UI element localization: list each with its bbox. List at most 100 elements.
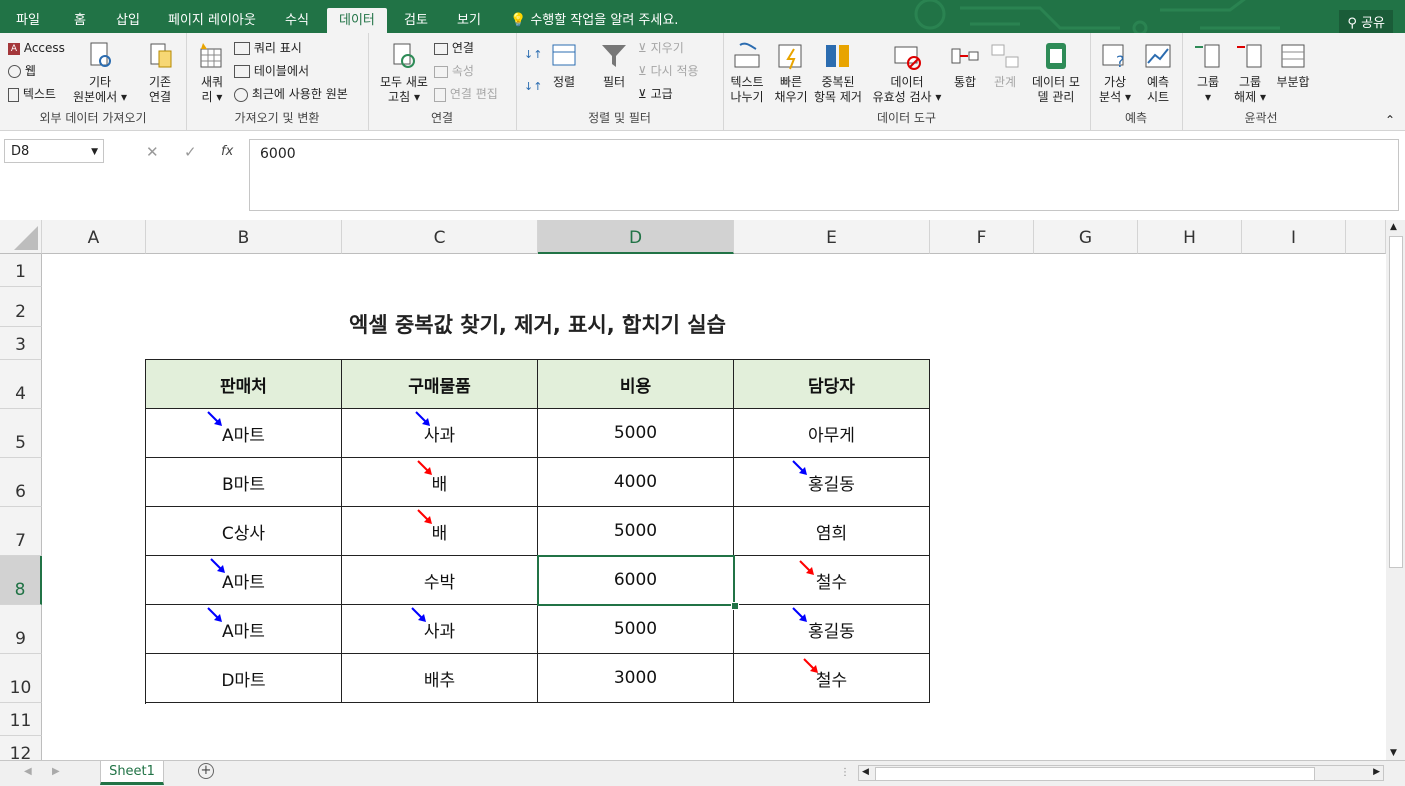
access-button[interactable]: A Access xyxy=(8,41,65,56)
row-header-10[interactable]: 10 xyxy=(0,654,42,703)
flash-fill-button[interactable]: 빠른 채우기 xyxy=(771,41,811,105)
manage-data-model-button[interactable]: 데이터 모델 관리 xyxy=(1025,41,1087,105)
enter-icon[interactable]: ✓ xyxy=(184,143,197,161)
select-all-corner[interactable] xyxy=(0,220,42,254)
ungroup-button[interactable]: 그룹 해제 ▾ xyxy=(1230,41,1270,105)
cell-b7[interactable]: C상사 xyxy=(146,507,342,556)
cell-e7[interactable]: 염희 xyxy=(734,507,930,556)
insert-function-icon[interactable]: fx xyxy=(221,144,233,159)
forecast-sheet-button[interactable]: 예측 시트 xyxy=(1138,41,1178,105)
cell-b9[interactable]: A마트 xyxy=(146,605,342,654)
collapse-ribbon-button[interactable]: ⌃ xyxy=(1385,113,1395,128)
cell-c6[interactable]: 배 xyxy=(342,458,538,507)
row-header-12[interactable]: 12 xyxy=(0,736,42,760)
remove-duplicates-button[interactable]: 중복된 항목 제거 xyxy=(811,41,865,105)
header-vendor[interactable]: 판매처 xyxy=(146,360,342,409)
reapply-button[interactable]: ⊻ 다시 적용 xyxy=(638,64,699,79)
subtotal-button[interactable]: 부분합 xyxy=(1272,41,1314,90)
row-header-2[interactable]: 2 xyxy=(0,287,42,327)
cell-b8[interactable]: A마트 xyxy=(146,556,342,605)
column-header-c[interactable]: C xyxy=(342,220,538,254)
existing-connections-button[interactable]: 기존 연결 xyxy=(140,41,180,105)
cancel-icon[interactable]: ✕ xyxy=(146,143,159,161)
row-header-4[interactable]: 4 xyxy=(0,360,42,409)
tab-insert[interactable]: 삽입 xyxy=(116,8,140,33)
cell-d6[interactable]: 4000 xyxy=(538,458,734,507)
what-if-analysis-button[interactable]: ? 가상 분석 ▾ xyxy=(1094,41,1136,105)
horizontal-scroll-thumb[interactable] xyxy=(875,767,1315,781)
cell-d7[interactable]: 5000 xyxy=(538,507,734,556)
group-button[interactable]: 그룹 ▾ xyxy=(1188,41,1228,105)
cell-b10[interactable]: D마트 xyxy=(146,654,342,703)
advanced-filter-button[interactable]: ⊻ 고급 xyxy=(638,87,673,102)
sort-ascending-button[interactable]: ↓↑ xyxy=(524,47,542,62)
tab-data[interactable]: 데이터 xyxy=(327,8,387,33)
cell-e5[interactable]: 아무게 xyxy=(734,409,930,458)
name-box[interactable]: D8 ▼ xyxy=(4,139,104,163)
clear-filter-button[interactable]: ⊻ 지우기 xyxy=(638,41,684,56)
tab-split-handle[interactable]: ⋮ xyxy=(840,767,850,778)
row-header-5[interactable]: 5 xyxy=(0,409,42,458)
header-item[interactable]: 구매물품 xyxy=(342,360,538,409)
tab-page-layout[interactable]: 페이지 레이아웃 xyxy=(168,8,256,33)
scroll-down-icon[interactable]: ▼ xyxy=(1390,748,1397,758)
scroll-left-icon[interactable]: ◀ xyxy=(862,767,869,777)
consolidate-button[interactable]: 통합 xyxy=(947,41,983,90)
cell-e6[interactable]: 홍길동 xyxy=(734,458,930,507)
cell-c7[interactable]: 배 xyxy=(342,507,538,556)
column-header-g[interactable]: G xyxy=(1034,220,1138,254)
column-header-b[interactable]: B xyxy=(146,220,342,254)
relationships-button[interactable]: 관계 xyxy=(987,41,1023,90)
vertical-scroll-thumb[interactable] xyxy=(1389,236,1403,568)
column-header-a[interactable]: A xyxy=(42,220,146,254)
column-header-h[interactable]: H xyxy=(1138,220,1242,254)
column-header-d[interactable]: D xyxy=(538,220,734,254)
cell-e8[interactable]: 철수 xyxy=(734,556,930,605)
tab-home[interactable]: 홈 xyxy=(74,8,86,33)
sheet-tab-sheet1[interactable]: Sheet1 xyxy=(100,761,164,785)
row-header-6[interactable]: 6 xyxy=(0,458,42,507)
row-header-3[interactable]: 3 xyxy=(0,327,42,360)
tell-me-box[interactable]: 💡 수행할 작업을 알려 주세요. xyxy=(510,8,678,33)
cell-c9[interactable]: 사과 xyxy=(342,605,538,654)
properties-button[interactable]: 속성 xyxy=(434,64,474,79)
next-sheet-icon[interactable]: ▶ xyxy=(52,766,60,777)
horizontal-scrollbar[interactable]: ◀ ▶ xyxy=(858,765,1384,781)
cell-b6[interactable]: B마트 xyxy=(146,458,342,507)
cell-b5[interactable]: A마트 xyxy=(146,409,342,458)
cell-d9[interactable]: 5000 xyxy=(538,605,734,654)
cell-c10[interactable]: 배추 xyxy=(342,654,538,703)
from-table-button[interactable]: 테이블에서 xyxy=(234,64,309,79)
recent-sources-button[interactable]: 최근에 사용한 원본 xyxy=(234,87,348,102)
add-sheet-icon[interactable]: + xyxy=(198,763,214,779)
cell-e10[interactable]: 철수 xyxy=(734,654,930,703)
tab-view[interactable]: 보기 xyxy=(457,8,481,33)
fill-handle[interactable] xyxy=(731,602,739,610)
sort-button[interactable]: 정렬 xyxy=(546,41,582,90)
vertical-scrollbar[interactable]: ▲ ▼ xyxy=(1386,220,1405,760)
refresh-all-button[interactable]: 모두 새로 고침 ▾ xyxy=(374,41,434,105)
tab-formulas[interactable]: 수식 xyxy=(285,8,309,33)
row-header-11[interactable]: 11 xyxy=(0,703,42,736)
filter-button[interactable]: 필터 xyxy=(596,41,632,90)
other-sources-button[interactable]: 기타 원본에서 ▾ xyxy=(72,41,128,105)
share-button[interactable]: ⚲ 공유 xyxy=(1339,10,1393,33)
text-to-columns-button[interactable]: 텍스트 나누기 xyxy=(725,41,769,105)
scroll-right-icon[interactable]: ▶ xyxy=(1373,767,1380,777)
worksheet-grid[interactable]: A B C D E F G H I 1 2 3 4 5 6 7 8 9 10 1… xyxy=(0,220,1386,760)
prev-sheet-icon[interactable]: ◀ xyxy=(24,766,32,777)
connections-button[interactable]: 연결 xyxy=(434,41,474,56)
column-header-f[interactable]: F xyxy=(930,220,1034,254)
edit-links-button[interactable]: 연결 편집 xyxy=(434,87,498,102)
cell-d5[interactable]: 5000 xyxy=(538,409,734,458)
text-file-button[interactable]: 텍스트 xyxy=(8,87,56,102)
tab-file[interactable]: 파일 xyxy=(16,8,40,33)
cell-c5[interactable]: 사과 xyxy=(342,409,538,458)
data-validation-button[interactable]: 데이터 유효성 검사 ▾ xyxy=(869,41,945,105)
row-header-7[interactable]: 7 xyxy=(0,507,42,556)
cell-d10[interactable]: 3000 xyxy=(538,654,734,703)
row-header-1[interactable]: 1 xyxy=(0,254,42,287)
cell-e9[interactable]: 홍길동 xyxy=(734,605,930,654)
header-manager[interactable]: 담당자 xyxy=(734,360,930,409)
web-button[interactable]: 웹 xyxy=(8,64,36,79)
